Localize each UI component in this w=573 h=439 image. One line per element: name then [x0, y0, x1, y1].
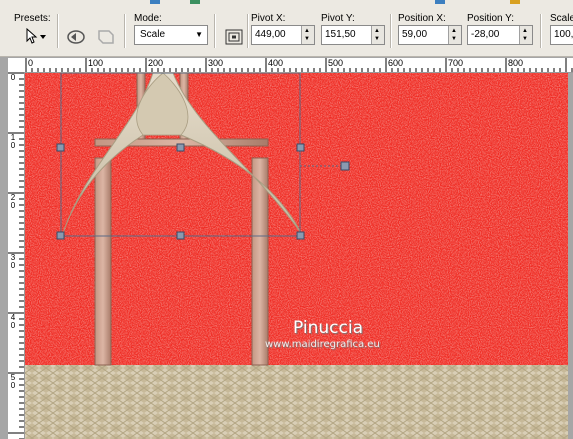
mode-label: Mode:	[134, 13, 162, 24]
ruler-left-label: 3 0	[10, 253, 16, 270]
shape-icon	[98, 30, 114, 44]
scale-value: 100,	[554, 29, 573, 40]
toolbar-strip-icon[interactable]	[510, 0, 520, 4]
ruler-top-label: 600	[388, 58, 404, 68]
presets-label: Presets:	[14, 13, 51, 24]
arrow-up-icon: ▲	[522, 28, 528, 34]
position-y-value: -28,00	[471, 29, 500, 40]
arrow-up-icon: ▲	[304, 28, 310, 34]
ruler-corner	[8, 58, 25, 72]
presets-dropdown[interactable]	[20, 26, 50, 46]
ruler-left-label: 5 0	[10, 373, 16, 390]
separator	[540, 14, 542, 48]
position-y-label: Position Y:	[467, 13, 515, 24]
pivot-y-input[interactable]: 151,50 ▲ ▼	[321, 25, 385, 45]
reset-transform-icon	[67, 30, 85, 44]
separator	[124, 14, 126, 48]
position-x-label: Position X:	[398, 13, 446, 24]
arrow-up-icon: ▲	[451, 28, 457, 34]
ruler-top-label: 200	[148, 58, 164, 68]
ruler-top-label: 100	[88, 58, 104, 68]
ruler-left-label: 2 0	[10, 193, 16, 210]
handle-bottom-left[interactable]	[56, 231, 65, 240]
reset-button[interactable]	[64, 26, 88, 48]
handle-right[interactable]	[296, 143, 305, 152]
watermark-title: Pinuccia	[293, 318, 363, 338]
separator	[214, 14, 216, 48]
separator	[247, 14, 249, 48]
scale-input[interactable]: 100,	[550, 25, 573, 45]
position-y-input[interactable]: -28,00 ▲ ▼	[467, 25, 533, 45]
ruler-top-label: 0	[28, 58, 34, 68]
tool-options-toolbar: Presets: Mode: Scale ▼ Pivot X: 449,00 ▲…	[0, 0, 573, 57]
rotation-handle[interactable]	[340, 161, 350, 171]
ruler-top: 0 100 200 300 400 500 600 700 800	[25, 58, 573, 73]
ruler-top-label: 800	[508, 58, 524, 68]
left-pillar	[94, 157, 112, 366]
image-canvas[interactable]: Pinuccia www.maidiregrafica.eu	[25, 73, 568, 439]
pivot-target-icon	[225, 29, 243, 45]
ruler-left-label: 0	[10, 73, 16, 82]
position-x-input[interactable]: 59,00 ▲ ▼	[398, 25, 462, 45]
pointer-icon	[26, 27, 46, 44]
pivot-x-input[interactable]: 449,00 ▲ ▼	[251, 25, 315, 45]
scale-label: Scale	[550, 13, 573, 24]
pivot-y-spinner[interactable]: ▲ ▼	[371, 26, 384, 44]
ruler-left-label: 4 0	[10, 313, 16, 330]
ruler-left-label: 1 0	[10, 133, 16, 150]
position-x-spinner[interactable]: ▲ ▼	[448, 26, 461, 44]
position-x-value: 59,00	[402, 29, 428, 40]
mode-select[interactable]: Scale ▼	[134, 25, 208, 45]
watermark-url: www.maidiregrafica.eu	[265, 339, 380, 350]
handle-bottom-center[interactable]	[176, 231, 185, 240]
canvas-artwork	[25, 73, 568, 439]
chevron-down-icon: ▼	[195, 30, 203, 39]
pivot-x-label: Pivot X:	[251, 13, 286, 24]
position-y-spinner[interactable]: ▲ ▼	[519, 26, 532, 44]
mode-value: Scale	[140, 29, 166, 40]
arrow-down-icon: ▼	[451, 36, 457, 42]
pivot-y-label: Pivot Y:	[321, 13, 355, 24]
toolbar-strip-icon[interactable]	[435, 0, 445, 4]
toolbar-strip-icon[interactable]	[150, 0, 160, 4]
arrow-down-icon: ▼	[522, 36, 528, 42]
handle-center[interactable]	[176, 143, 185, 152]
ruler-top-label: 300	[208, 58, 224, 68]
ruler-left: 0 1 0 2 0 3 0 4 0 5 0	[8, 72, 25, 439]
pivot-x-value: 449,00	[255, 29, 286, 40]
arrow-down-icon: ▼	[374, 36, 380, 42]
pivot-y-value: 151,50	[325, 29, 356, 40]
handle-left[interactable]	[56, 143, 65, 152]
woven-floor	[25, 365, 568, 439]
arrow-up-icon: ▲	[374, 28, 380, 34]
separator	[390, 14, 392, 48]
ruler-top-label: 500	[328, 58, 344, 68]
ruler-top-label: 400	[268, 58, 284, 68]
pivot-x-spinner[interactable]: ▲ ▼	[301, 26, 314, 44]
pivot-button[interactable]	[222, 26, 246, 48]
separator	[57, 14, 59, 48]
ruler-top-ticks	[25, 58, 573, 72]
handle-bottom-right[interactable]	[296, 231, 305, 240]
toolbar-strip-icon[interactable]	[190, 0, 200, 4]
apply-button[interactable]	[94, 26, 118, 48]
arrow-down-icon: ▼	[304, 36, 310, 42]
ruler-top-label: 700	[448, 58, 464, 68]
